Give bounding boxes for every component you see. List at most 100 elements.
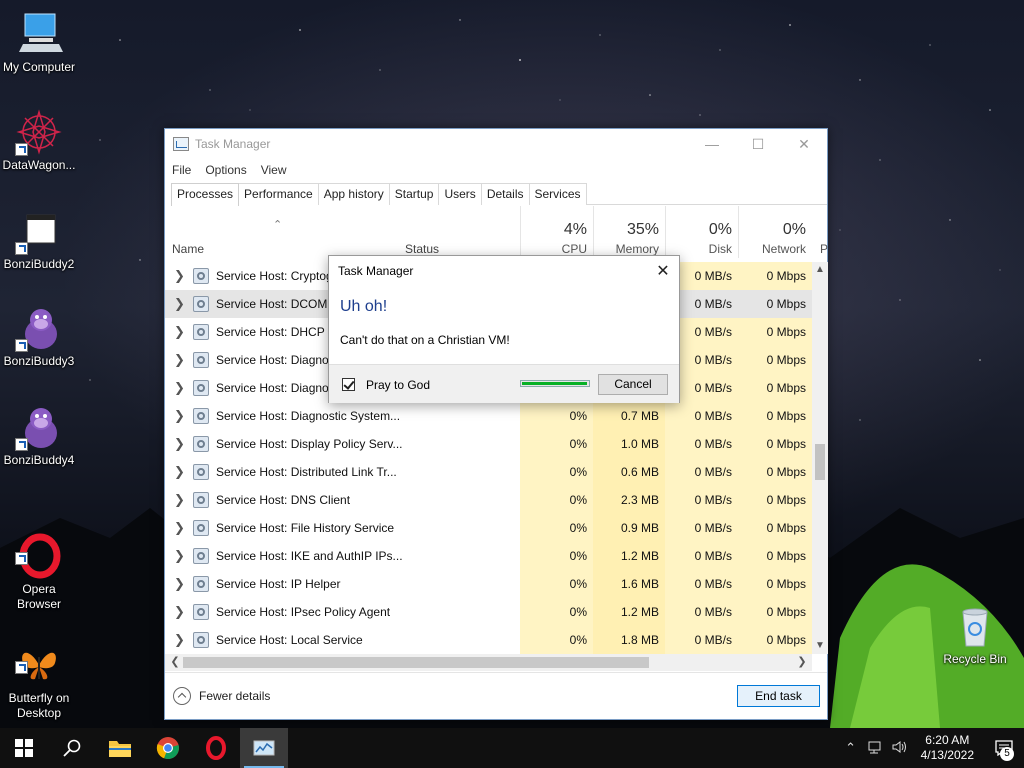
tab-users[interactable]: Users <box>438 183 482 205</box>
column-network[interactable]: 0% Network <box>738 206 812 258</box>
desktop-icon-opera[interactable]: Opera Browser <box>0 502 78 627</box>
scroll-up-icon[interactable]: ▲ <box>812 262 828 278</box>
expand-chevron-icon[interactable]: ❯ <box>174 346 185 374</box>
error-dialog: Task Manager ✕ Uh oh! Can't do that on a… <box>328 255 680 403</box>
column-cpu[interactable]: 4% CPU <box>520 206 593 258</box>
taskbar-task-manager[interactable] <box>240 728 288 768</box>
tab-processes[interactable]: Processes <box>171 183 240 206</box>
process-network: 0 Mbps <box>738 374 812 402</box>
scroll-thumb-horizontal[interactable] <box>183 657 649 668</box>
close-button[interactable]: ✕ <box>781 129 827 159</box>
menu-file[interactable]: File <box>172 163 191 177</box>
column-name[interactable]: Name <box>172 242 204 256</box>
dialog-close-icon[interactable]: ✕ <box>655 261 671 281</box>
fewer-details-button[interactable]: Fewer details <box>173 687 270 705</box>
menu-options[interactable]: Options <box>205 163 246 177</box>
expand-chevron-icon[interactable]: ❯ <box>174 318 185 346</box>
column-power-truncated[interactable]: P <box>820 242 828 256</box>
expand-chevron-icon[interactable]: ❯ <box>174 430 185 458</box>
tab-details[interactable]: Details <box>480 183 530 205</box>
maximize-button[interactable]: ☐ <box>735 129 781 159</box>
table-row[interactable]: ❯ Service Host: IPsec Policy Agent 0% 1.2 M… <box>165 598 812 626</box>
chevron-up-icon[interactable]: ⌃ <box>839 740 863 756</box>
action-center-button[interactable]: 5 <box>984 728 1024 768</box>
start-button[interactable] <box>0 728 48 768</box>
sort-up-icon: ⌃ <box>273 219 283 231</box>
process-cpu: 0% <box>520 486 593 514</box>
desktop-icon-recycle-bin[interactable]: Recycle Bin <box>936 602 1014 667</box>
pray-checkbox[interactable] <box>342 378 355 391</box>
expand-chevron-icon[interactable]: ❯ <box>174 262 185 290</box>
table-row[interactable]: ❯ Service Host: Distributed Link Tr... 0% 0… <box>165 458 812 486</box>
taskbar-file-explorer[interactable] <box>96 728 144 768</box>
column-header: ⌃ Name Status 4% CPU 35% Memory 0% Disk … <box>165 206 812 258</box>
horizontal-scrollbar[interactable]: ❮ ❯ <box>165 654 812 671</box>
end-task-button[interactable]: End task <box>737 685 820 707</box>
desktop-icon-label: My Computer <box>2 60 76 74</box>
table-row[interactable]: ❯ Service Host: DNS Client 0% 2.3 MB 0 MB/s 0… <box>165 486 812 514</box>
expand-chevron-icon[interactable]: ❯ <box>174 542 185 570</box>
table-row[interactable]: ❯ Service Host: File History Service 0% 0.9… <box>165 514 812 542</box>
desktop-icon-bonzibuddy3[interactable]: BonziBuddy3 <box>0 304 78 369</box>
column-status[interactable]: Status <box>405 242 439 256</box>
process-disk: 0 MB/s <box>665 514 738 542</box>
cancel-button[interactable]: Cancel <box>598 374 668 395</box>
tab-performance[interactable]: Performance <box>238 183 319 205</box>
expand-chevron-icon[interactable]: ❯ <box>174 514 185 542</box>
table-row[interactable]: ❯ Service Host: IP Helper 0% 1.6 MB 0 MB/s 0 … <box>165 570 812 598</box>
process-memory: 1.6 MB <box>593 570 665 598</box>
table-row[interactable]: ❯ Service Host: Display Policy Serv... 0% 1… <box>165 430 812 458</box>
scroll-down-icon[interactable]: ▼ <box>812 638 828 654</box>
table-row[interactable]: ❯ Service Host: IKE and AuthIP IPs... 0% 1.… <box>165 542 812 570</box>
purple-gorilla-icon <box>15 304 63 352</box>
desktop-icon-butterfly[interactable]: Butterfly on Desktop <box>0 611 78 736</box>
taskbar-chrome[interactable] <box>144 728 192 768</box>
expand-chevron-icon[interactable]: ❯ <box>174 374 185 402</box>
scroll-right-icon[interactable]: ❯ <box>794 654 810 671</box>
expand-chevron-icon[interactable]: ❯ <box>174 626 185 654</box>
desktop-icon-my-computer[interactable]: My Computer <box>0 10 78 75</box>
title-bar[interactable]: Task Manager — ☐ ✕ <box>165 129 827 159</box>
desktop-icon-bonzibuddy2[interactable]: BonziBuddy2 <box>0 207 78 272</box>
process-network: 0 Mbps <box>738 514 812 542</box>
process-name: Service Host: Diagnostic System... <box>216 409 401 423</box>
column-disk[interactable]: 0% Disk <box>665 206 738 258</box>
opera-icon <box>15 517 63 579</box>
process-name: Service Host: DCOM S <box>216 297 339 311</box>
shortcut-arrow-icon <box>15 661 28 674</box>
expand-chevron-icon[interactable]: ❯ <box>174 290 185 318</box>
tab-services[interactable]: Services <box>528 183 587 205</box>
desktop-icon-datawagon[interactable]: DataWagon... <box>0 108 78 173</box>
tab-startup[interactable]: Startup <box>388 183 440 205</box>
vertical-scrollbar[interactable]: ▲ ▼ <box>812 262 828 654</box>
minimize-button[interactable]: — <box>689 129 735 159</box>
tab-app-history[interactable]: App history <box>317 183 390 205</box>
menu-view[interactable]: View <box>261 163 287 177</box>
table-row[interactable]: ❯ Service Host: Local Service 0% 1.8 MB 0 MB… <box>165 626 812 654</box>
process-disk: 0 MB/s <box>665 542 738 570</box>
scroll-left-icon[interactable]: ❮ <box>167 654 183 671</box>
purple-gorilla-icon <box>15 403 63 451</box>
taskbar: ⌃ 6:20 AM 4/13/2022 5 <box>0 728 1024 768</box>
desktop-icon-bonzibuddy4[interactable]: BonziBuddy4 <box>0 403 78 468</box>
expand-chevron-icon[interactable]: ❯ <box>174 598 185 626</box>
pray-checkbox-label[interactable]: Pray to God <box>366 378 430 392</box>
search-button[interactable] <box>48 728 96 768</box>
column-memory[interactable]: 35% Memory <box>593 206 665 258</box>
service-gear-icon <box>193 436 209 452</box>
expand-chevron-icon[interactable]: ❯ <box>174 402 185 430</box>
disk-label: Disk <box>708 242 732 256</box>
scroll-thumb[interactable] <box>815 444 825 480</box>
table-row[interactable]: ❯ Service Host: Diagnostic System... 0% 0.7… <box>165 402 812 430</box>
fewer-details-label: Fewer details <box>199 689 271 703</box>
volume-icon[interactable] <box>887 740 911 757</box>
taskbar-opera[interactable] <box>192 728 240 768</box>
expand-chevron-icon[interactable]: ❯ <box>174 486 185 514</box>
cpu-total: 4% <box>563 221 587 238</box>
expand-chevron-icon[interactable]: ❯ <box>174 570 185 598</box>
network-icon[interactable] <box>863 740 887 757</box>
expand-chevron-icon[interactable]: ❯ <box>174 458 185 486</box>
process-network: 0 Mbps <box>738 486 812 514</box>
system-tray: ⌃ 6:20 AM 4/13/2022 5 <box>839 728 1024 768</box>
clock[interactable]: 6:20 AM 4/13/2022 <box>911 733 984 763</box>
